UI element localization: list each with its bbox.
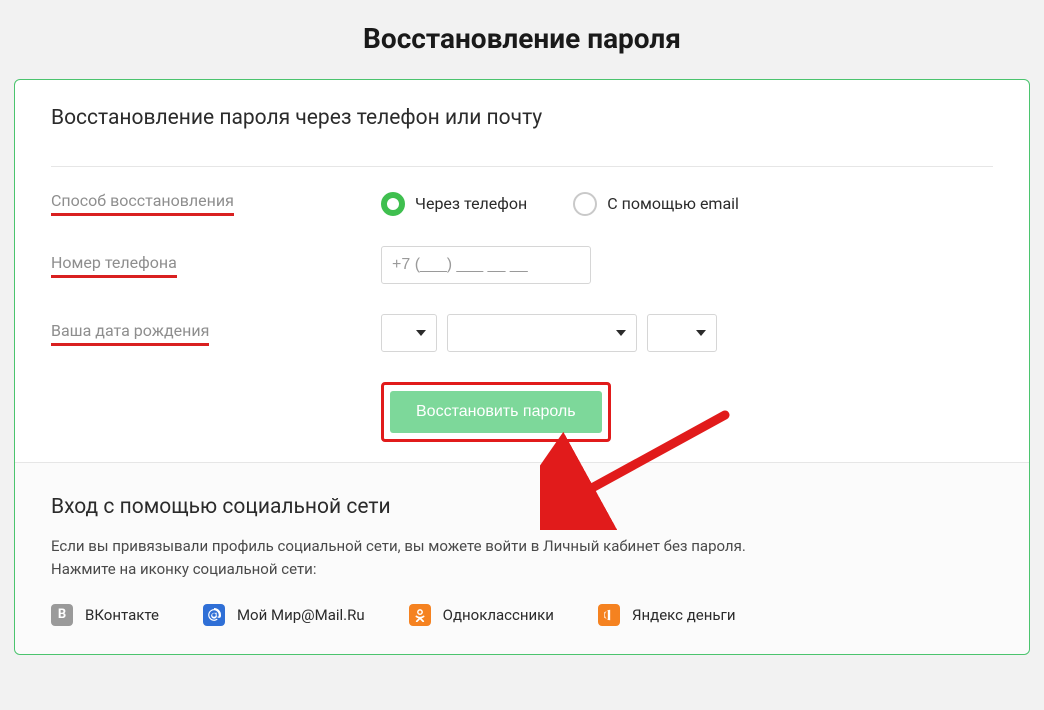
social-link-vk[interactable]: В ВКонтакте <box>51 604 159 626</box>
social-link-ok[interactable]: Одноклассники <box>409 604 554 626</box>
social-login-section: Вход с помощью социальной сети Если вы п… <box>15 462 1029 654</box>
dob-controls <box>381 314 993 352</box>
ok-icon <box>409 604 431 626</box>
divider <box>51 166 993 167</box>
submit-highlight-box: Восстановить пароль <box>381 382 611 442</box>
social-desc-line2: Нажмите на иконку социальной сети: <box>51 560 316 578</box>
row-dob: Ваша дата рождения <box>51 314 993 352</box>
mailru-icon <box>203 604 225 626</box>
label-phone-text: Номер телефона <box>51 253 177 278</box>
social-link-mailru-label: Мой Мир@Mail.Ru <box>237 606 365 624</box>
social-link-yandex-label: Яндекс деньги <box>632 606 736 624</box>
dob-year-select[interactable] <box>647 314 717 352</box>
chevron-down-icon <box>416 330 426 336</box>
row-method: Способ восстановления Через телефон С по… <box>51 191 993 216</box>
label-method-text: Способ восстановления <box>51 191 234 216</box>
label-dob: Ваша дата рождения <box>51 321 381 346</box>
vk-icon: В <box>51 604 73 626</box>
method-radios: Через телефон С помощью email <box>381 192 993 216</box>
social-description: Если вы привязывали профиль социальной с… <box>51 535 993 582</box>
card-header: Восстановление пароля через телефон или … <box>15 80 1029 166</box>
label-dob-text: Ваша дата рождения <box>51 321 209 346</box>
chevron-down-icon <box>616 330 626 336</box>
radio-phone-label: Через телефон <box>415 194 527 213</box>
yandex-money-icon <box>598 604 620 626</box>
radio-email-icon <box>573 192 597 216</box>
social-link-mailru[interactable]: Мой Мир@Mail.Ru <box>203 604 365 626</box>
radio-phone[interactable]: Через телефон <box>381 192 527 216</box>
recovery-card: Восстановление пароля через телефон или … <box>14 79 1030 655</box>
radio-phone-icon <box>381 192 405 216</box>
phone-input[interactable] <box>381 246 591 284</box>
recover-password-button[interactable]: Восстановить пароль <box>390 391 602 433</box>
page-title: Восстановление пароля <box>0 0 1044 79</box>
phone-control <box>381 246 993 284</box>
recovery-form: Способ восстановления Через телефон С по… <box>15 191 1029 462</box>
social-title: Вход с помощью социальной сети <box>51 495 993 519</box>
radio-email-label: С помощью email <box>607 194 739 213</box>
section-title: Восстановление пароля через телефон или … <box>51 106 993 130</box>
dob-day-select[interactable] <box>381 314 437 352</box>
label-phone: Номер телефона <box>51 253 381 278</box>
row-phone: Номер телефона <box>51 246 993 284</box>
social-link-ok-label: Одноклассники <box>443 606 554 624</box>
social-link-vk-label: ВКонтакте <box>85 606 159 624</box>
social-links: В ВКонтакте Мой Мир@Mail.Ru Одноклассник… <box>51 604 993 626</box>
label-method: Способ восстановления <box>51 191 381 216</box>
chevron-down-icon <box>696 330 706 336</box>
social-desc-line1: Если вы привязывали профиль социальной с… <box>51 537 746 555</box>
social-link-yandex[interactable]: Яндекс деньги <box>598 604 736 626</box>
radio-email[interactable]: С помощью email <box>573 192 739 216</box>
dob-month-select[interactable] <box>447 314 637 352</box>
